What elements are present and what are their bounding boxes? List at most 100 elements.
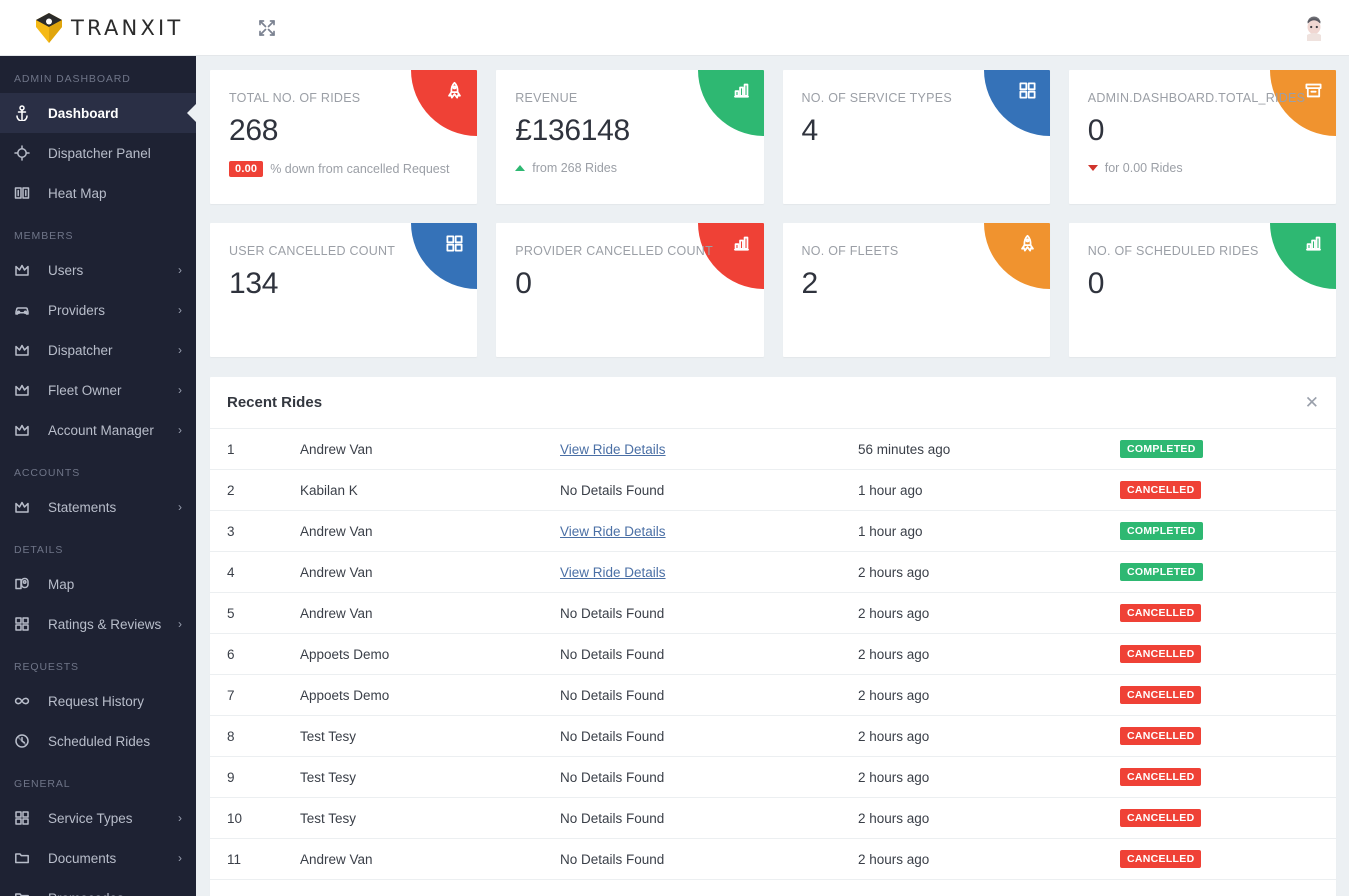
row-details-cell: No Details Found (560, 633, 858, 675)
table-row[interactable]: 3 Andrew Van View Ride Details 1 hour ago CO… (210, 510, 1336, 552)
crown-icon (14, 382, 36, 398)
row-details-cell: No Details Found (560, 674, 858, 716)
table-row[interactable]: 2 Kabilan K No Details Found 1 hour ago CANC… (210, 469, 1336, 511)
menu-toggle-icon[interactable] (216, 17, 238, 39)
sidebar-item-users[interactable]: Users › (0, 250, 196, 290)
chevron-right-icon: › (178, 263, 182, 277)
stat-card-admin-dashboard-total-rides[interactable]: ADMIN.DASHBOARD.TOTAL_RIDES 0 for 0.00 Rid… (1068, 70, 1336, 204)
stat-card-provider-cancelled-count[interactable]: PROVIDER CANCELLED COUNT 0 (496, 223, 764, 357)
status-badge: 0.00 (229, 161, 264, 177)
row-timestamp: 2 hours ago (858, 592, 1120, 634)
infinity-icon (14, 693, 36, 709)
sidebar-item-account-manager[interactable]: Account Manager › (0, 410, 196, 450)
row-timestamp: 56 minutes ago (858, 429, 1120, 470)
row-status-cell: CANCELLED (1120, 838, 1336, 880)
stat-card-subtext: from 268 Rides (532, 161, 618, 175)
chevron-right-icon: › (178, 892, 182, 896)
left-sidebar-nav: ADMIN DASHBOARD Dashboard Dispatcher Panel… (0, 56, 196, 896)
trend-up-icon (515, 165, 526, 171)
table-row[interactable]: 7 Appoets Demo No Details Found 2 hours ago… (210, 674, 1336, 716)
status-badge: CANCELLED (1120, 850, 1202, 868)
stat-card-subtext-row: 0.00 % down from cancelled Request (229, 161, 449, 177)
table-row[interactable]: 10 Test Tesy No Details Found 2 hours ago CA… (210, 797, 1336, 839)
panel-title: Recent Rides (227, 394, 323, 411)
table-row[interactable]: 6 Appoets Demo No Details Found 2 hours ago… (210, 633, 1336, 675)
stat-card-no-of-service-types[interactable]: NO. OF SERVICE TYPES 4 (782, 70, 1050, 204)
stat-card-value: 2 (801, 267, 819, 300)
sidebar-item-label: Providers (48, 302, 106, 318)
row-details-cell: View Ride Details (560, 510, 858, 552)
bar-chart-icon (1304, 234, 1323, 253)
table-row[interactable]: 5 Andrew Van No Details Found 2 hours ago CA… (210, 592, 1336, 634)
close-icon[interactable]: ✕ (1305, 394, 1319, 411)
brand-logo[interactable]: TRANXIT (0, 0, 196, 56)
row-rider-name: Andrew Van (300, 838, 560, 880)
row-status-cell: CANCELLED (1120, 674, 1336, 716)
car-icon (14, 302, 36, 318)
sidebar-item-statements[interactable]: Statements › (0, 487, 196, 527)
row-index: 4 (210, 551, 300, 593)
view-ride-details-link[interactable]: View Ride Details (560, 565, 666, 580)
sidebar-item-label: Fleet Owner (48, 382, 122, 398)
sidebar-item-label: Scheduled Rides (48, 733, 151, 749)
sidebar-item-providers[interactable]: Providers › (0, 290, 196, 330)
row-timestamp: 2 hours ago (858, 551, 1120, 593)
table-row[interactable]: 9 Test Tesy No Details Found 2 hours ago CAN… (210, 756, 1336, 798)
grid-icon (14, 616, 36, 632)
user-avatar[interactable] (1299, 11, 1329, 45)
stat-card-subtext-row: for 0.00 Rides (1087, 161, 1183, 175)
stat-card-total-no-of-rides[interactable]: TOTAL NO. OF RIDES 268 0.00 % down from can… (210, 70, 478, 204)
sidebar-item-label: Service Types (48, 810, 133, 826)
sidebar-item-ratings-reviews[interactable]: Ratings & Reviews › (0, 604, 196, 644)
view-ride-details-link[interactable]: View Ride Details (560, 442, 666, 457)
fullscreen-expand-icon[interactable] (256, 17, 278, 39)
stat-card-value: 268 (229, 114, 279, 147)
row-timestamp: 1 hour ago (858, 469, 1120, 511)
sidebar-item-documents[interactable]: Documents › (0, 838, 196, 878)
grid-icon (14, 810, 36, 826)
row-details-cell: View Ride Details (560, 429, 858, 470)
stat-card-corner (697, 70, 764, 136)
row-status-cell: CANCELLED (1120, 469, 1336, 511)
sidebar-item-service-types[interactable]: Service Types › (0, 798, 196, 838)
table-row[interactable]: 8 Test Tesy No Details Found 2 hours ago CAN… (210, 715, 1336, 757)
sidebar-item-dashboard[interactable]: Dashboard (0, 93, 196, 133)
chevron-right-icon: › (178, 303, 182, 317)
sidebar-item-fleet-owner[interactable]: Fleet Owner › (0, 370, 196, 410)
sidebar-item-label: Request History (48, 693, 145, 709)
sidebar-item-label: Dispatcher Panel (48, 145, 151, 161)
top-header-bar: TRANXIT (0, 0, 1349, 56)
sidebar-item-promocodes[interactable]: Promocodes› (0, 878, 196, 896)
stat-card-no-of-fleets[interactable]: NO. OF FLEETS 2 (782, 223, 1050, 357)
row-status-cell: CANCELLED (1120, 715, 1336, 757)
stat-card-no-of-scheduled-rides[interactable]: NO. OF SCHEDULED RIDES 0 (1068, 223, 1336, 357)
bar-chart-icon (732, 81, 751, 100)
stat-card-title: NO. OF SERVICE TYPES (801, 91, 952, 105)
status-badge: CANCELLED (1120, 809, 1202, 827)
stat-card-title: ADMIN.DASHBOARD.TOTAL_RIDES (1087, 91, 1306, 105)
row-index: 10 (210, 797, 300, 839)
table-row[interactable]: 11 Andrew Van No Details Found 2 hours ago C… (210, 838, 1336, 880)
sidebar-item-scheduled-rides[interactable]: Scheduled Rides (0, 721, 196, 761)
row-rider-name: Kabilan K (300, 469, 560, 511)
row-details-cell: No Details Found (560, 469, 858, 511)
sidebar-item-request-history[interactable]: Request History (0, 681, 196, 721)
table-row[interactable]: 4 Andrew Van View Ride Details 2 hours ago C… (210, 551, 1336, 593)
ride-details-text: No Details Found (560, 728, 665, 744)
ride-details-text: No Details Found (560, 687, 665, 703)
row-timestamp: 2 hours ago (858, 674, 1120, 716)
row-timestamp: 1 hour ago (858, 510, 1120, 552)
row-rider-name: Andrew Van (300, 592, 560, 634)
clock-icon (14, 733, 36, 749)
sidebar-item-dispatcher[interactable]: Dispatcher › (0, 330, 196, 370)
stat-card-user-cancelled-count[interactable]: USER CANCELLED COUNT 134 (210, 223, 478, 357)
table-row[interactable]: 1 Andrew Van View Ride Details 56 minutes a… (210, 429, 1336, 470)
row-details-cell: No Details Found (560, 592, 858, 634)
sidebar-group-label: MEMBERS (14, 230, 74, 242)
sidebar-item-label: Documents (48, 850, 117, 866)
view-ride-details-link[interactable]: View Ride Details (560, 524, 666, 539)
sidebar-item-heat-map[interactable]: Heat Map (0, 173, 196, 213)
sidebar-item-map[interactable]: Map (0, 564, 196, 604)
stat-card-revenue[interactable]: REVENUE £136148 from 268 Rides (496, 70, 764, 204)
sidebar-item-dispatcher-panel[interactable]: Dispatcher Panel (0, 133, 196, 173)
